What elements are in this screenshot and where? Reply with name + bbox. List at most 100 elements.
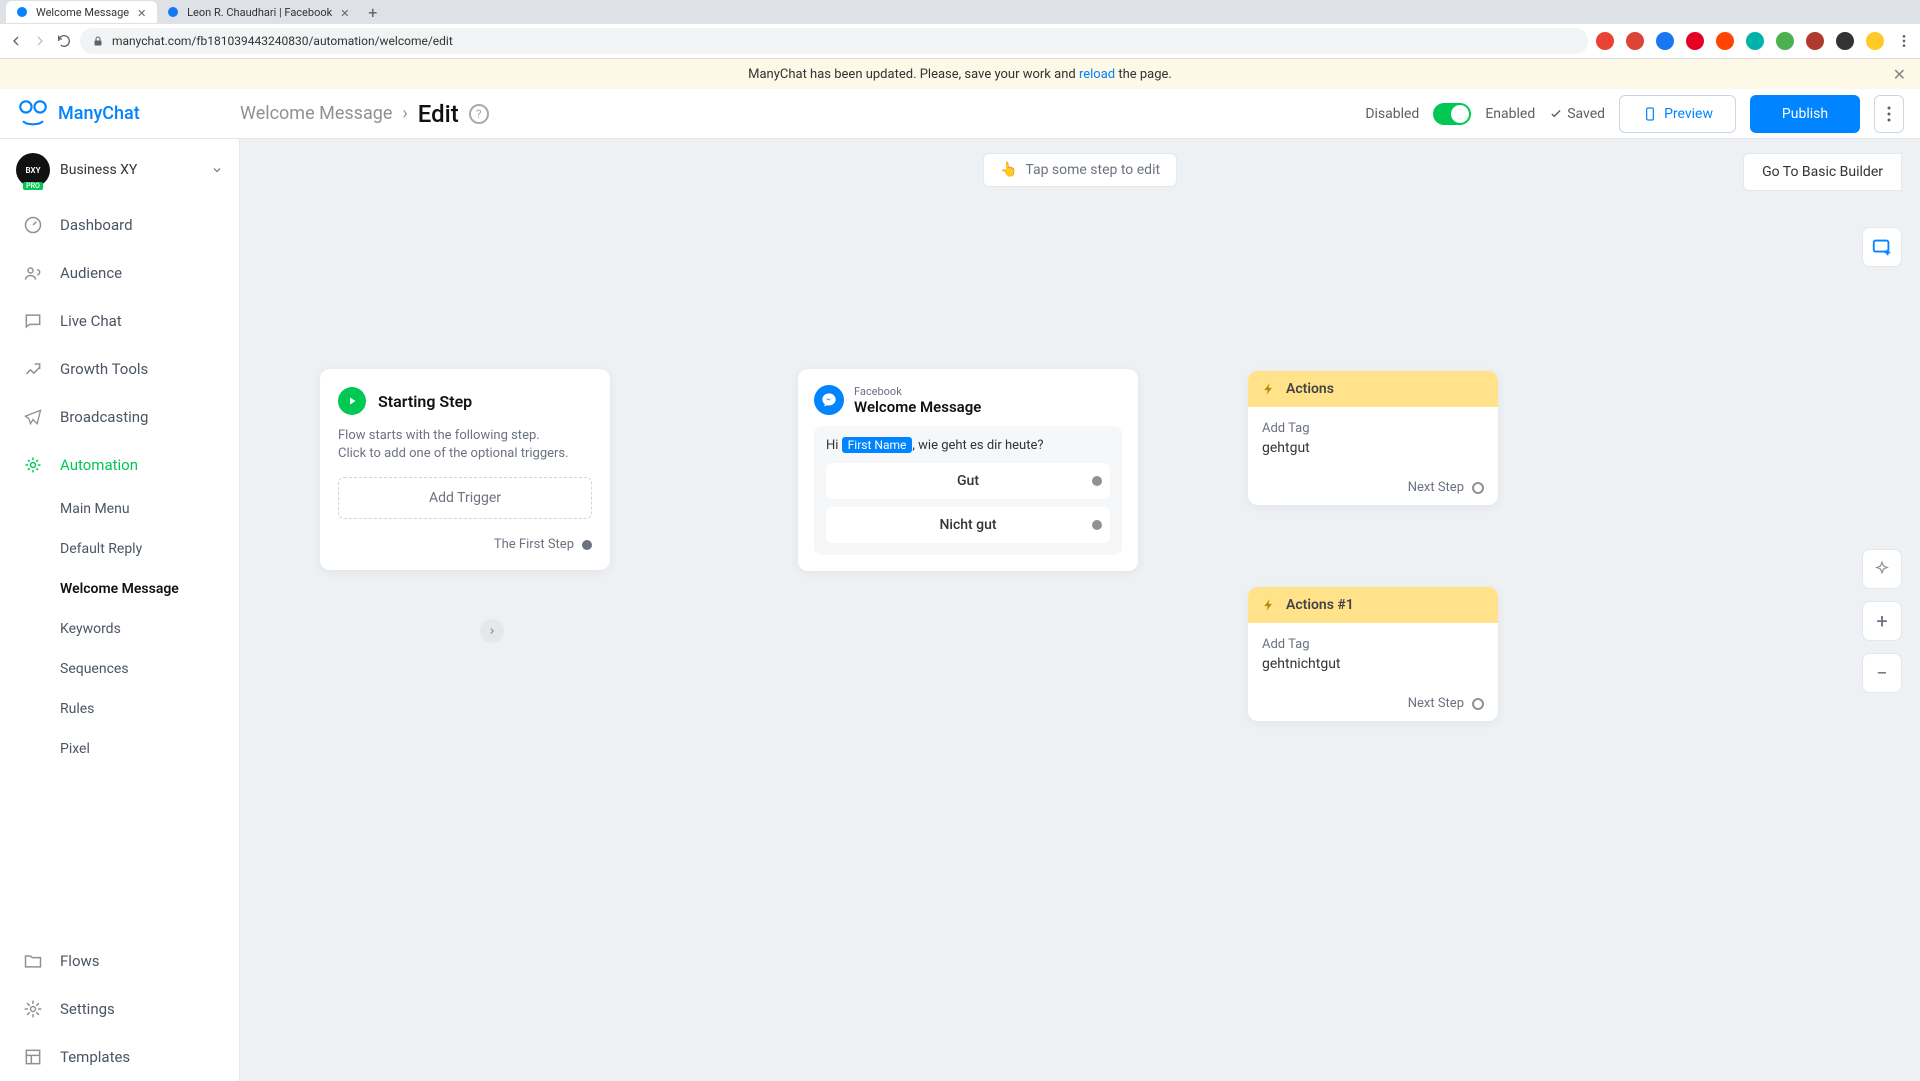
tab-title: Leon R. Chaudhari | Facebook — [187, 6, 332, 19]
ext-icon[interactable] — [1746, 32, 1764, 50]
close-icon[interactable]: ✕ — [1893, 65, 1906, 84]
next-step-port[interactable]: Next Step — [1248, 470, 1498, 505]
sidebar-item-templates[interactable]: Templates — [0, 1033, 239, 1081]
browser-tab-active[interactable]: Welcome Message ✕ — [6, 1, 157, 23]
ext-icon[interactable] — [1806, 32, 1824, 50]
add-trigger-button[interactable]: Add Trigger — [338, 477, 592, 519]
sidebar-sub-keywords[interactable]: Keywords — [0, 609, 239, 649]
quick-reply-gut[interactable]: Gut — [826, 463, 1110, 499]
close-icon[interactable]: ✕ — [137, 7, 147, 17]
breadcrumb-parent[interactable]: Welcome Message — [240, 103, 392, 124]
check-icon — [1549, 107, 1563, 121]
sidebar-item-label: Broadcasting — [60, 408, 148, 426]
account-name: Business XY — [60, 162, 201, 178]
manychat-logo-icon — [16, 97, 50, 131]
sidebar-item-label: Flows — [60, 952, 100, 970]
edit-hint: 👆 Tap some step to edit — [983, 153, 1177, 187]
action-label: Add Tag — [1262, 637, 1484, 652]
url-input[interactable]: manychat.com/fb181039443240830/automatio… — [80, 28, 1588, 54]
browser-chrome: Welcome Message ✕ Leon R. Chaudhari | Fa… — [0, 0, 1920, 59]
menu-icon[interactable] — [1896, 33, 1912, 49]
action-header: Actions — [1248, 371, 1498, 407]
node-title: Welcome Message — [854, 398, 981, 416]
sidebar-sub-rules[interactable]: Rules — [0, 689, 239, 729]
ext-icon[interactable] — [1596, 32, 1614, 50]
first-step-port[interactable]: The First Step — [338, 537, 592, 552]
sidebar-item-live-chat[interactable]: Live Chat — [0, 297, 239, 345]
node-actions-2[interactable]: Actions #1 Add Tag gehtnichtgut Next Ste… — [1248, 587, 1498, 721]
close-icon[interactable]: ✕ — [340, 7, 350, 17]
saved-indicator: Saved — [1549, 106, 1605, 122]
ext-icon[interactable] — [1836, 32, 1854, 50]
auto-layout-button[interactable] — [1862, 549, 1902, 589]
sidebar-sub-main-menu[interactable]: Main Menu — [0, 489, 239, 529]
quick-reply-nicht-gut[interactable]: Nicht gut — [826, 507, 1110, 543]
connector-port-icon[interactable] — [1092, 520, 1102, 530]
sidebar-item-audience[interactable]: Audience — [0, 249, 239, 297]
sparkle-icon — [1873, 560, 1891, 578]
ext-icon[interactable] — [1716, 32, 1734, 50]
node-welcome-message[interactable]: Facebook Welcome Message Hi First Name, … — [798, 369, 1138, 571]
node-description: Flow starts with the following step. Cli… — [338, 427, 592, 463]
node-subtitle: Facebook — [854, 385, 981, 398]
add-card-button[interactable] — [1862, 227, 1902, 267]
logo[interactable]: ManyChat — [16, 97, 240, 131]
connector-port-icon[interactable] — [582, 540, 592, 550]
connector-port-icon[interactable] — [1092, 476, 1102, 486]
connector-port-icon[interactable] — [1472, 698, 1484, 710]
node-starting-step[interactable]: Starting Step Flow starts with the follo… — [320, 369, 610, 570]
ext-icon[interactable] — [1656, 32, 1674, 50]
gauge-icon — [23, 215, 43, 235]
zoom-out-button[interactable]: − — [1862, 653, 1902, 693]
node-actions-1[interactable]: Actions Add Tag gehtgut Next Step — [1248, 371, 1498, 505]
flow-canvas[interactable]: 👆 Tap some step to edit Go To Basic Buil… — [240, 139, 1920, 1081]
sidebar-sub-sequences[interactable]: Sequences — [0, 649, 239, 689]
action-title: Actions — [1286, 381, 1334, 397]
sidebar-sub-default-reply[interactable]: Default Reply — [0, 529, 239, 569]
app-header: ManyChat Welcome Message › Edit ? Disabl… — [0, 89, 1920, 139]
enabled-toggle[interactable] — [1433, 103, 1471, 125]
banner-reload-link[interactable]: reload — [1079, 67, 1115, 82]
folder-icon — [23, 951, 43, 971]
sidebar-item-growth-tools[interactable]: Growth Tools — [0, 345, 239, 393]
hint-text: Tap some step to edit — [1025, 162, 1160, 178]
new-tab-icon[interactable]: + — [360, 3, 385, 22]
sidebar-item-flows[interactable]: Flows — [0, 937, 239, 985]
sidebar-sub-welcome-message[interactable]: Welcome Message — [0, 569, 239, 609]
breadcrumb: Welcome Message › Edit ? — [240, 100, 489, 128]
browser-tab-inactive[interactable]: Leon R. Chaudhari | Facebook ✕ — [157, 1, 360, 23]
ext-icon[interactable] — [1626, 32, 1644, 50]
pro-badge: PRO — [23, 182, 43, 190]
banner-text-post: the page. — [1115, 67, 1172, 82]
sidebar-item-automation[interactable]: Automation — [0, 441, 239, 489]
sidebar-sub-pixel[interactable]: Pixel — [0, 729, 239, 769]
sidebar-item-broadcasting[interactable]: Broadcasting — [0, 393, 239, 441]
preview-button[interactable]: Preview — [1619, 95, 1736, 133]
publish-button[interactable]: Publish — [1750, 95, 1860, 133]
forward-icon[interactable] — [32, 33, 48, 49]
zoom-in-button[interactable]: + — [1862, 601, 1902, 641]
help-icon[interactable]: ? — [469, 104, 489, 124]
ext-icon[interactable] — [1776, 32, 1794, 50]
next-step-port[interactable]: Next Step — [1248, 686, 1498, 721]
avatar-icon[interactable] — [1866, 32, 1884, 50]
update-banner: ManyChat has been updated. Please, save … — [0, 59, 1920, 89]
back-icon[interactable] — [8, 33, 24, 49]
node-title: Starting Step — [378, 392, 472, 411]
ext-icon[interactable] — [1686, 32, 1704, 50]
growth-icon — [23, 359, 43, 379]
reload-icon[interactable] — [56, 33, 72, 49]
sidebar-collapse-handle[interactable] — [480, 619, 504, 643]
more-menu-button[interactable] — [1874, 95, 1904, 133]
flow-connectors — [240, 139, 540, 289]
message-content[interactable]: Hi First Name, wie geht es dir heute? Gu… — [814, 426, 1122, 555]
account-switcher[interactable]: BXYPRO Business XY — [0, 139, 239, 201]
account-avatar-icon: BXYPRO — [16, 153, 50, 187]
sidebar-item-settings[interactable]: Settings — [0, 985, 239, 1033]
sidebar-item-dashboard[interactable]: Dashboard — [0, 201, 239, 249]
connector-port-icon[interactable] — [1472, 482, 1484, 494]
header-actions: Disabled Enabled Saved Preview Publish — [1365, 95, 1904, 133]
publish-label: Publish — [1782, 106, 1828, 122]
first-step-label: The First Step — [494, 537, 574, 552]
basic-builder-button[interactable]: Go To Basic Builder — [1743, 153, 1902, 191]
